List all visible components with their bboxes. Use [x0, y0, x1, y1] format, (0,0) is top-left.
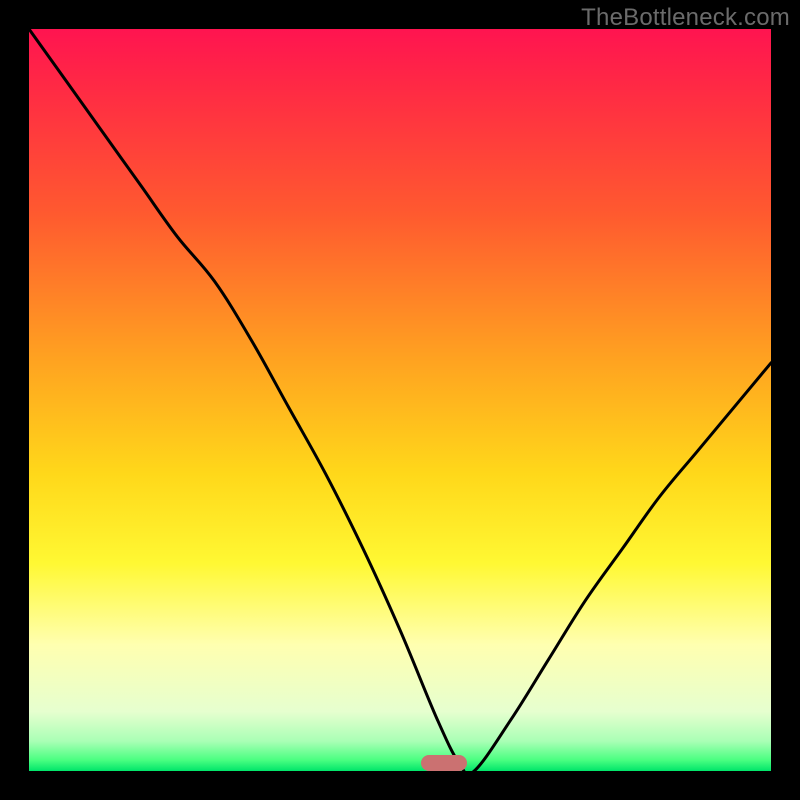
curve-path [29, 29, 771, 771]
bottleneck-curve [29, 29, 771, 771]
chart-frame: TheBottleneck.com [0, 0, 800, 800]
watermark-label: TheBottleneck.com [581, 4, 790, 32]
optimum-marker [421, 755, 467, 771]
